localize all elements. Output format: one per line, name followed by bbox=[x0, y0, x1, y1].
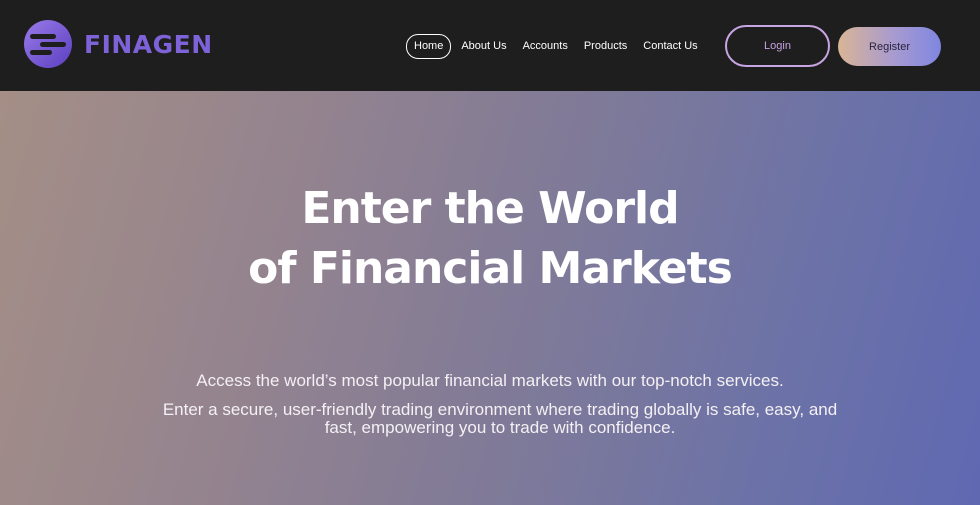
hero-title: Enter the World of Financial Markets bbox=[0, 179, 980, 299]
main-nav: Home About Us Accounts Products Contact … bbox=[406, 34, 707, 59]
brand-name: FINAGEN bbox=[84, 29, 213, 59]
hero-section: Enter the World of Financial Markets Acc… bbox=[0, 91, 980, 505]
nav-contact-us[interactable]: Contact Us bbox=[636, 35, 704, 58]
hero-title-line1: Enter the World bbox=[301, 183, 679, 234]
site-header: FINAGEN Home About Us Accounts Products … bbox=[0, 0, 980, 91]
hero-subtitle-line2: Enter a secure, user-friendly trading en… bbox=[162, 400, 838, 437]
hero-subtitle-line1: Access the world’s most popular financia… bbox=[196, 371, 784, 390]
login-button[interactable]: Login bbox=[725, 25, 830, 67]
register-button[interactable]: Register bbox=[838, 27, 941, 66]
hero-title-line2: of Financial Markets bbox=[248, 243, 733, 294]
finagen-logo-icon bbox=[24, 20, 72, 68]
nav-home[interactable]: Home bbox=[406, 34, 452, 59]
nav-products[interactable]: Products bbox=[577, 35, 634, 58]
nav-about-us[interactable]: About Us bbox=[454, 35, 513, 58]
brand-logo[interactable]: FINAGEN bbox=[22, 18, 213, 70]
nav-accounts[interactable]: Accounts bbox=[516, 35, 575, 58]
